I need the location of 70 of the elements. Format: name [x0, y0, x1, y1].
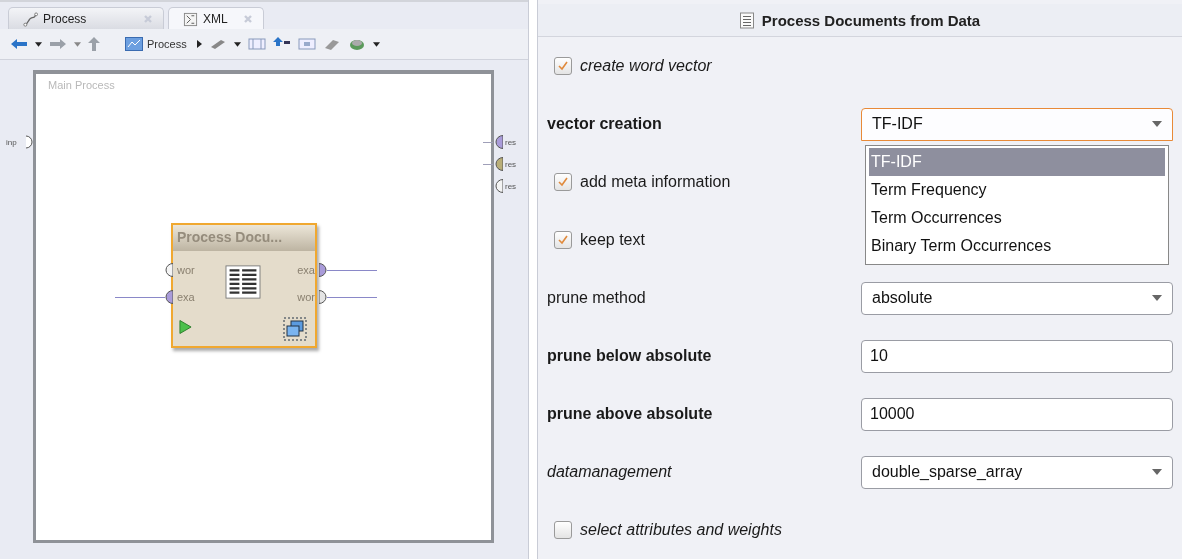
process-icon	[23, 11, 38, 27]
parameter-label: prune below absolute	[547, 347, 713, 365]
checkbox[interactable]	[554, 173, 572, 191]
port-label: exa	[296, 264, 316, 276]
checkmark-icon	[557, 234, 569, 246]
checkbox-label: create word vector	[580, 57, 712, 75]
process-button[interactable]: Process	[125, 37, 202, 51]
checkbox-label: keep text	[580, 231, 645, 249]
port[interactable]	[495, 157, 503, 171]
caret-icon	[1152, 121, 1162, 127]
checkbox[interactable]	[554, 57, 572, 75]
wire	[327, 296, 377, 298]
port-label: res	[505, 137, 518, 147]
document-icon	[739, 11, 754, 29]
wire	[327, 269, 377, 271]
checkbox-label: select attributes and weights	[580, 521, 782, 539]
xml-icon	[183, 11, 198, 27]
port[interactable]	[319, 263, 327, 277]
port[interactable]	[495, 135, 503, 149]
input-field[interactable]: 10	[861, 339, 1173, 373]
input-field[interactable]: 10000	[861, 397, 1173, 431]
parameter-label: prune above absolute	[547, 405, 714, 423]
port-label: inp	[6, 137, 18, 147]
panel-title: Process Documents from Data	[761, 11, 981, 29]
menu-option[interactable]: Binary Term Occurrences	[869, 231, 1165, 260]
caret-icon	[1152, 469, 1162, 475]
menu-option[interactable]: Term Occurrences	[869, 203, 1165, 232]
port[interactable]	[165, 290, 173, 304]
port-label: wor	[176, 264, 196, 276]
dropdown[interactable]: absolute	[861, 281, 1173, 315]
port-label: exa	[176, 291, 196, 303]
wire	[115, 296, 165, 298]
play-icon[interactable]	[179, 319, 192, 335]
caret-icon[interactable]	[35, 41, 42, 47]
dropdown[interactable]: TF-IDF	[861, 107, 1173, 141]
parameter-label: vector creation	[547, 115, 663, 133]
port-label: wor	[296, 291, 316, 303]
port[interactable]	[26, 135, 34, 149]
tab[interactable]: XML	[168, 7, 264, 30]
caret-icon[interactable]	[372, 41, 380, 47]
document-icon	[225, 265, 261, 299]
caret-icon	[196, 40, 202, 48]
port[interactable]	[495, 179, 503, 193]
menu-option[interactable]: Term Frequency	[869, 175, 1165, 204]
forward-arrow-icon[interactable]	[49, 37, 67, 51]
port-label: res	[505, 181, 518, 191]
caret-icon[interactable]	[233, 41, 241, 47]
caret-icon	[1152, 295, 1162, 301]
tab[interactable]: Process	[8, 7, 164, 30]
wire	[483, 163, 493, 165]
operator-title: Process Docu...	[173, 225, 315, 251]
port[interactable]	[319, 290, 327, 304]
parameter-label: datamanagement	[547, 463, 673, 481]
checkbox-label: add meta information	[580, 173, 731, 191]
subprocess-icon[interactable]	[283, 317, 307, 341]
parameter-label: prune method	[547, 289, 647, 307]
dropdown[interactable]: double_sparse_array	[861, 455, 1173, 489]
process-title: Main Process	[48, 79, 115, 91]
port-label: res	[505, 159, 518, 169]
checkbox[interactable]	[554, 521, 572, 539]
checkbox[interactable]	[554, 231, 572, 249]
chart-icon	[125, 37, 143, 51]
grid-icon[interactable]	[297, 37, 316, 51]
up-arrow-icon[interactable]	[88, 37, 100, 51]
checkmark-icon	[557, 176, 569, 188]
wire	[483, 141, 493, 143]
back-arrow-icon[interactable]	[10, 37, 28, 51]
layout-icon[interactable]	[247, 37, 266, 51]
port[interactable]	[165, 263, 173, 277]
checkmark-icon	[557, 60, 569, 72]
